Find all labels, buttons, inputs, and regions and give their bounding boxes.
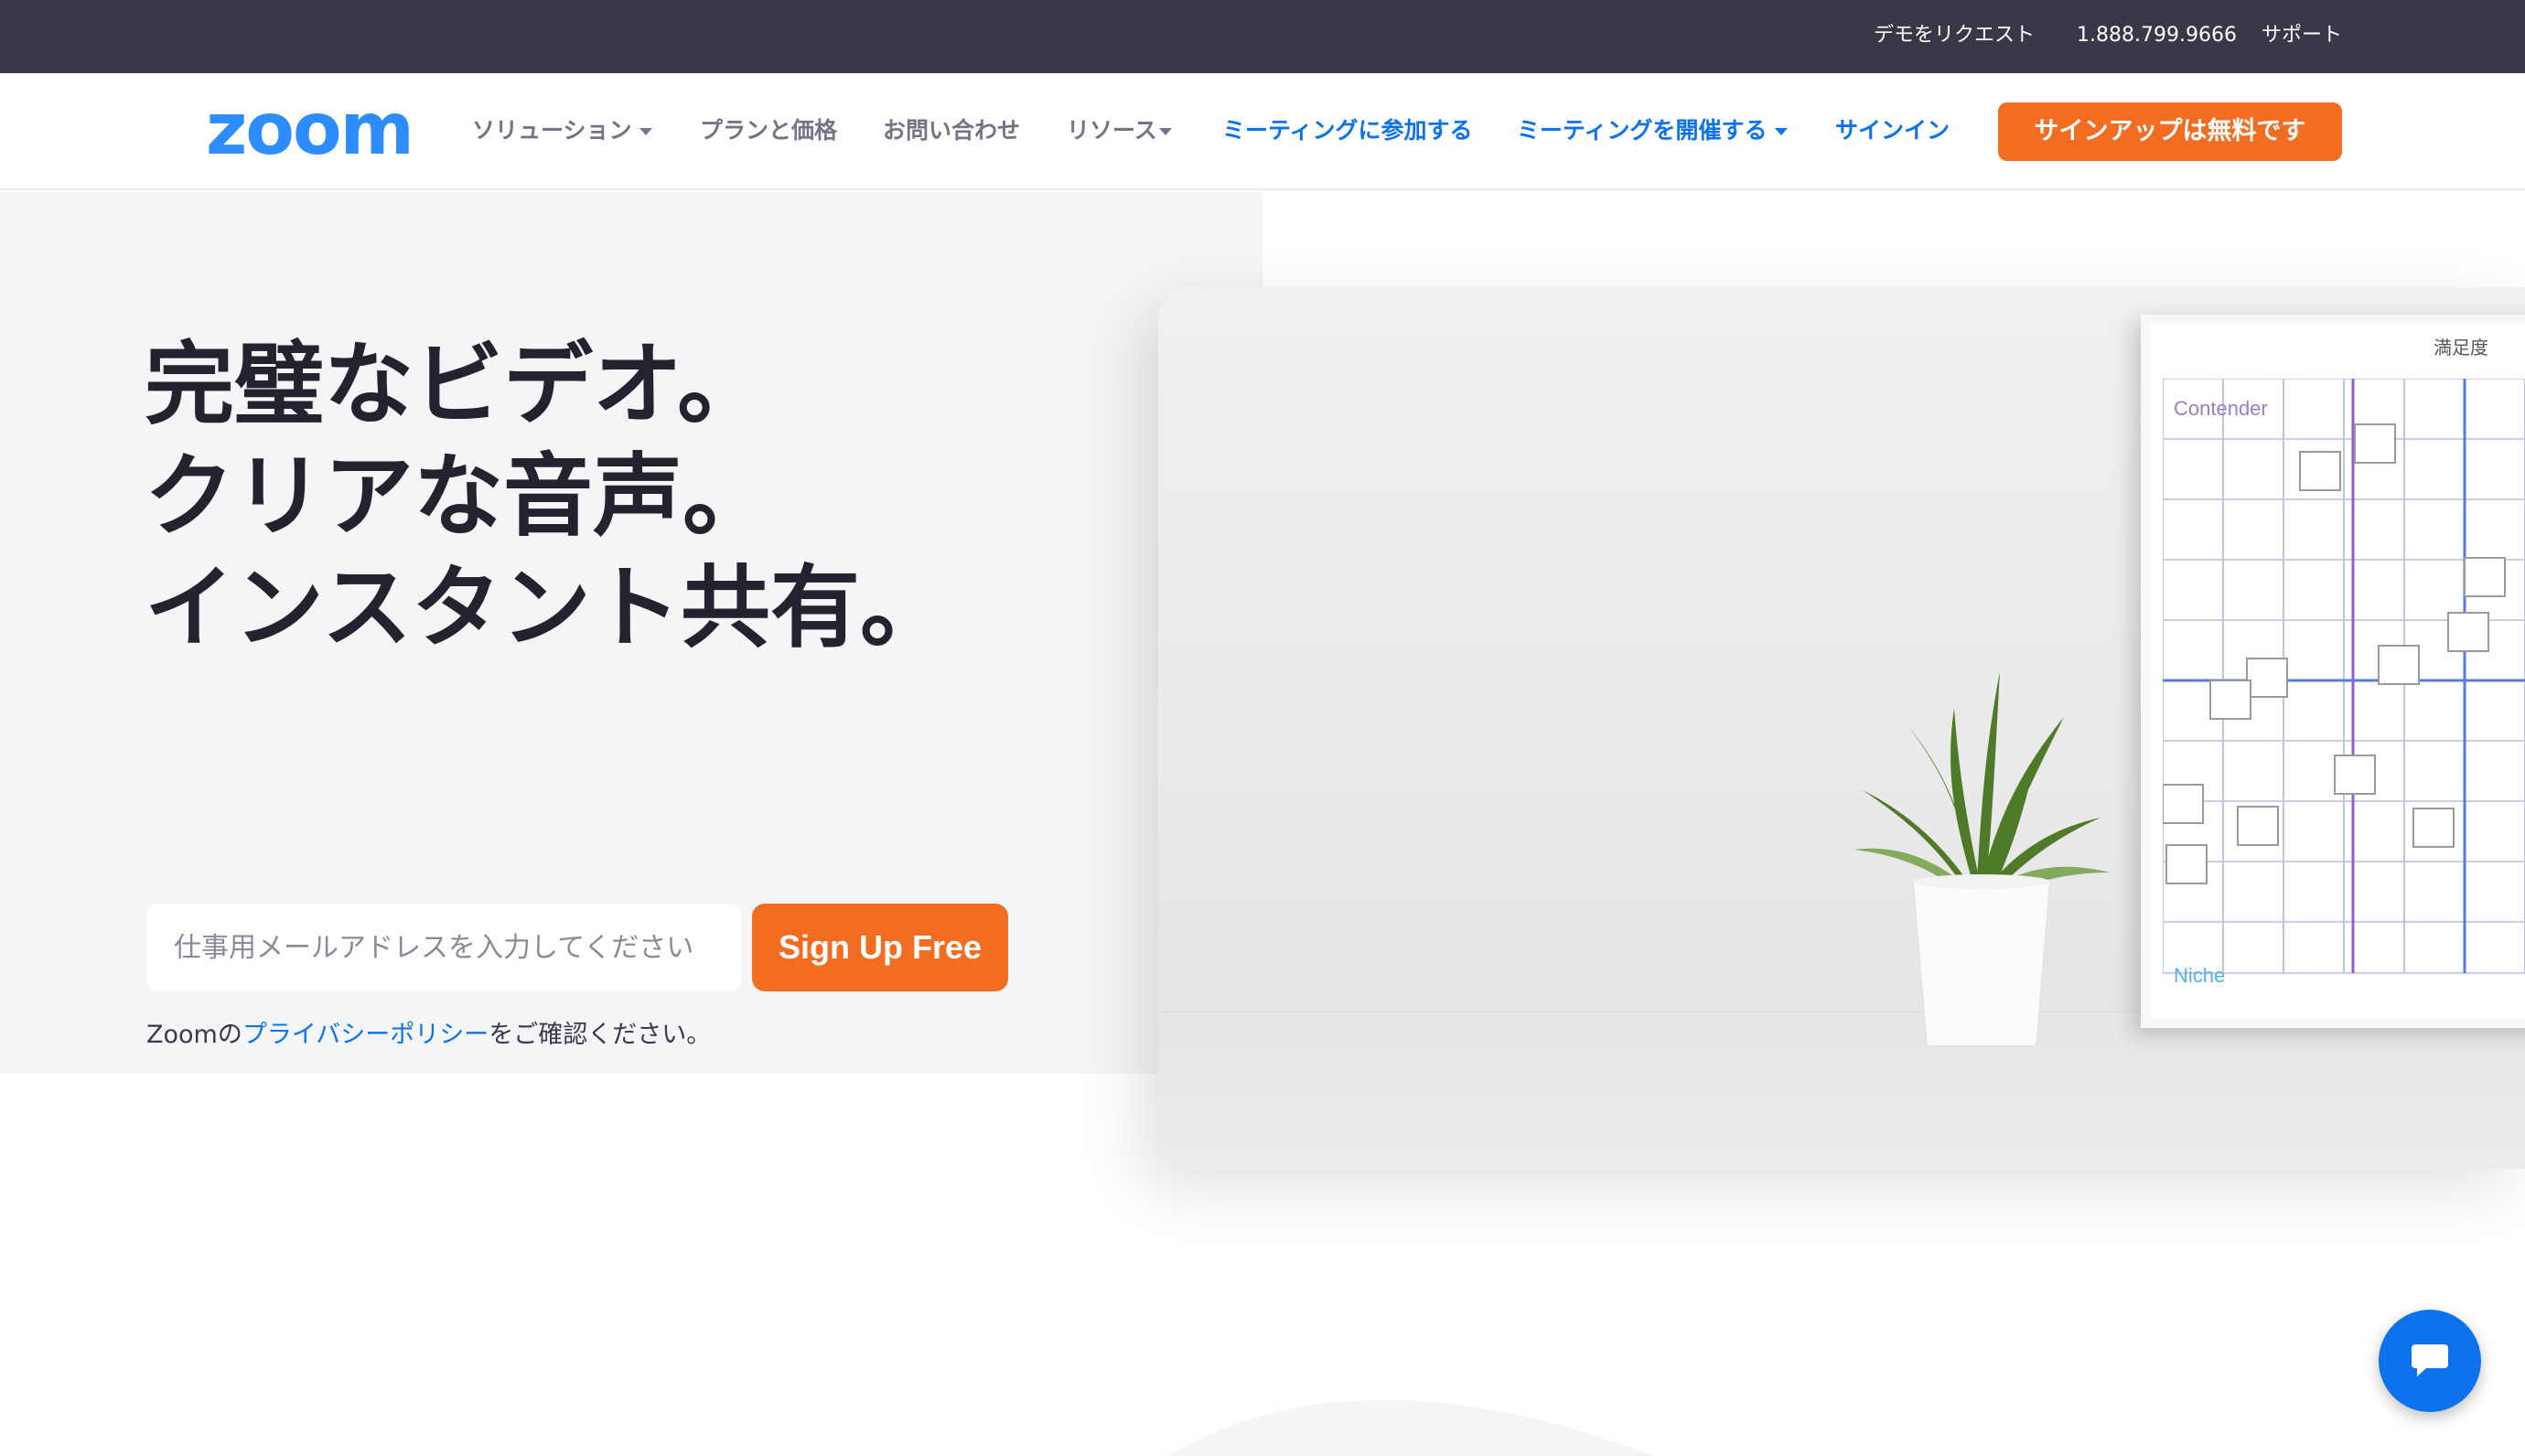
privacy-suffix: をご確認ください。 [489, 1021, 712, 1049]
chevron-down-icon [1774, 128, 1788, 135]
demo-request-link[interactable]: デモをリクエスト [1874, 22, 2035, 49]
email-input[interactable] [146, 904, 741, 991]
phone-link[interactable]: 1.888.799.9666 [2077, 22, 2237, 49]
utility-bar: デモをリクエスト 1.888.799.9666 サポート [0, 0, 2525, 73]
nav-resources[interactable]: リソース [1067, 115, 1172, 146]
hero-headline: 完璧なビデオ。 クリアな音声。 インスタント共有。 [145, 329, 1151, 664]
nav-solutions-label: ソリューション [472, 117, 632, 144]
chevron-down-icon [639, 128, 652, 135]
nav-solutions[interactable]: ソリューション [472, 115, 652, 146]
nav-host-meeting-label: ミーティングを開催する [1517, 117, 1768, 144]
zoom-logo[interactable]: zoom [206, 102, 413, 161]
hero-image: 満足度 Contender Niche [1158, 287, 2525, 1169]
chevron-down-icon [1158, 128, 1172, 135]
chat-button[interactable] [2379, 1310, 2481, 1412]
privacy-policy-link[interactable]: プライバシーポリシー [242, 1021, 489, 1049]
signup-free-button[interactable]: Sign Up Free [752, 904, 1008, 991]
headline-line-3: インスタント共有。 [145, 556, 951, 660]
chart-grid [2163, 379, 2525, 974]
headline-line-2: クリアな音声。 [145, 444, 773, 549]
decorative-curve [1167, 1399, 1655, 1456]
niche-label: Niche [2174, 964, 2226, 987]
frame-header: 満足度 [2434, 338, 2488, 359]
contender-label: Contender [2174, 397, 2268, 420]
privacy-prefix: Zoomの [146, 1021, 242, 1049]
logo-text: zoom [206, 102, 413, 161]
plant-image [1853, 671, 2110, 1047]
nav-host-meeting[interactable]: ミーティングを開催する [1517, 115, 1788, 146]
framed-chart: 満足度 Contender Niche [2141, 315, 2525, 1028]
support-link[interactable]: サポート [2262, 22, 2342, 49]
signup-free-top-button[interactable]: サインアップは無料です [1998, 102, 2342, 161]
main-nav: zoom ソリューション プランと価格 お問い合わせ リソース ミーティングに参… [0, 73, 2525, 190]
nav-join-meeting[interactable]: ミーティングに参加する [1222, 115, 1473, 146]
nav-resources-label: リソース [1067, 117, 1157, 144]
nav-plans[interactable]: プランと価格 [700, 115, 837, 146]
nav-contact[interactable]: お問い合わせ [883, 115, 1020, 146]
headline-line-1: 完璧なビデオ。 [145, 333, 768, 437]
privacy-notice: Zoomのプライバシーポリシーをご確認ください。 [146, 1017, 711, 1054]
chat-bubble-icon [2412, 1344, 2448, 1376]
nav-sign-in[interactable]: サインイン [1835, 115, 1950, 146]
